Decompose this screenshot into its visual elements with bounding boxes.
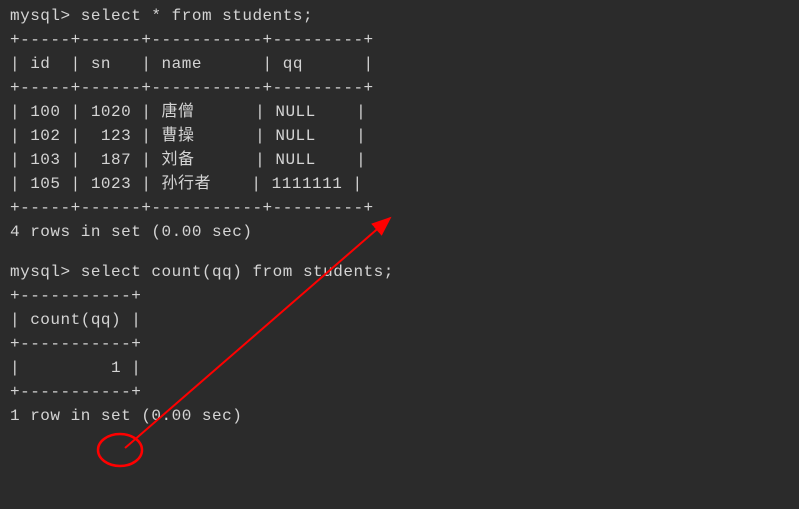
table1-divider-bottom: +-----+------+-----------+---------+ xyxy=(10,196,789,220)
annotation-circle xyxy=(98,434,142,466)
table1-row: | 105 | 1023 | 孙行者 | 1111111 | xyxy=(10,172,789,196)
table1-divider-top: +-----+------+-----------+---------+ xyxy=(10,28,789,52)
status-1: 4 rows in set (0.00 sec) xyxy=(10,220,789,244)
table1-divider-mid: +-----+------+-----------+---------+ xyxy=(10,76,789,100)
table1-row: | 102 | 123 | 曹操 | NULL | xyxy=(10,124,789,148)
query-line-2: mysql> select count(qq) from students; xyxy=(10,260,789,284)
table2-divider-mid: +-----------+ xyxy=(10,332,789,356)
table1-header: | id | sn | name | qq | xyxy=(10,52,789,76)
table1-row: | 103 | 187 | 刘备 | NULL | xyxy=(10,148,789,172)
mysql-prompt: mysql> xyxy=(10,7,71,25)
table2-divider-top: +-----------+ xyxy=(10,284,789,308)
mysql-prompt: mysql> xyxy=(10,263,71,281)
table1-row: | 100 | 1020 | 唐僧 | NULL | xyxy=(10,100,789,124)
query-line-1: mysql> select * from students; xyxy=(10,4,789,28)
table2-header: | count(qq) | xyxy=(10,308,789,332)
status-2: 1 row in set (0.00 sec) xyxy=(10,404,789,428)
table2-row: | 1 | xyxy=(10,356,789,380)
query-text-1: select * from students; xyxy=(81,7,313,25)
query-text-2: select count(qq) from students; xyxy=(81,263,394,281)
table2-divider-bottom: +-----------+ xyxy=(10,380,789,404)
